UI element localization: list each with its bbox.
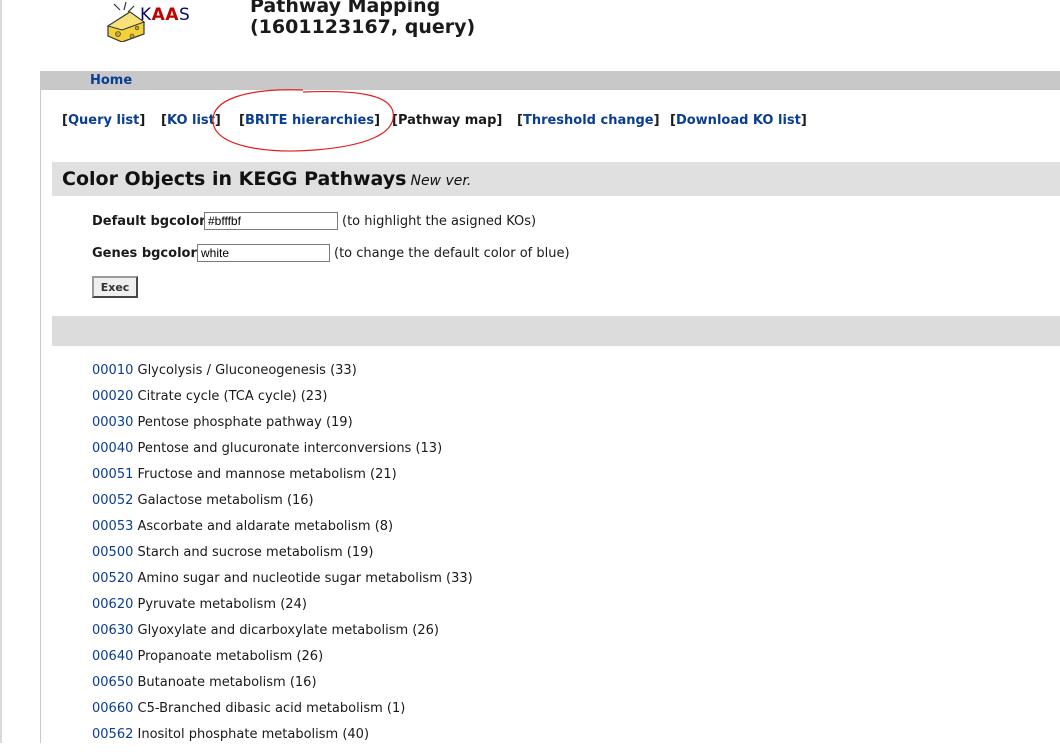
nav-pathway-map-label: Pathway map: [397, 113, 497, 128]
window-edge: [0, 0, 2, 743]
genes-bgcolor-label: Genes bgcolor:: [92, 246, 203, 261]
exec-button[interactable]: Exec: [92, 276, 138, 298]
list-item: 00660 C5-Branched dibasic acid metabolis…: [92, 700, 473, 726]
genes-bgcolor-hint: (to change the default color of blue): [334, 246, 570, 261]
pathway-name: Starch and sucrose metabolism (19): [137, 545, 374, 560]
pathway-code-link[interactable]: 00562: [92, 727, 133, 742]
list-item: 00520 Amino sugar and nucleotide sugar m…: [92, 570, 473, 596]
pathway-code-link[interactable]: 00500: [92, 545, 133, 560]
pathway-name: Fructose and mannose metabolism (21): [137, 467, 397, 482]
pathway-code-link[interactable]: 00640: [92, 649, 133, 664]
list-item: 00053 Ascorbate and aldarate metabolism …: [92, 518, 473, 544]
pathway-code-link[interactable]: 00660: [92, 701, 133, 716]
nav-query-list: [Query list]: [62, 113, 146, 128]
list-item: 00500 Starch and sucrose metabolism (19): [92, 544, 473, 570]
pathway-name: Pentose and glucuronate interconversions…: [137, 441, 443, 456]
pathway-name: Butanoate metabolism (16): [137, 675, 317, 690]
new-version-badge: New ver.: [410, 173, 472, 189]
nav-link-query-list[interactable]: Query list: [68, 113, 139, 128]
nav-pathway-map: [Pathway map]: [392, 113, 503, 128]
pathway-code-link[interactable]: 00051: [92, 467, 133, 482]
home-link[interactable]: Home: [90, 73, 132, 88]
pathway-name: Glycolysis / Gluconeogenesis (33): [137, 363, 357, 378]
pathway-name: Glyoxylate and dicarboxylate metabolism …: [137, 623, 439, 638]
list-item: 00562 Inositol phosphate metabolism (40): [92, 726, 473, 752]
default-bgcolor-input[interactable]: [204, 212, 338, 230]
default-bgcolor-hint: (to highlight the asigned KOs): [342, 214, 537, 229]
list-item: 00620 Pyruvate metabolism (24): [92, 596, 473, 622]
page-title: Pathway Mapping (1601123167, query): [250, 0, 475, 38]
list-item: 00640 Propanoate metabolism (26): [92, 648, 473, 674]
section-title: Color Objects in KEGG Pathways New ver.: [62, 168, 471, 190]
pathway-name: Ascorbate and aldarate metabolism (8): [137, 519, 394, 534]
list-item: 00020 Citrate cycle (TCA cycle) (23): [92, 388, 473, 414]
pathway-code-link[interactable]: 00620: [92, 597, 133, 612]
home-bar: [40, 71, 1060, 90]
logo-letter-k: K: [140, 5, 152, 25]
default-bgcolor-label: Default bgcolor:: [92, 214, 211, 229]
pathway-name: Amino sugar and nucleotide sugar metabol…: [137, 571, 473, 586]
pathway-name: Galactose metabolism (16): [137, 493, 314, 508]
list-item: 00030 Pentose phosphate pathway (19): [92, 414, 473, 440]
pathway-code-link[interactable]: 00040: [92, 441, 133, 456]
pathway-name: Propanoate metabolism (26): [137, 649, 324, 664]
pathway-code-link[interactable]: 00030: [92, 415, 133, 430]
pathway-code-link[interactable]: 00650: [92, 675, 133, 690]
nav-link-download-ko-list[interactable]: Download KO list: [676, 113, 801, 128]
genes-bgcolor-input[interactable]: [197, 244, 330, 262]
pathway-list: 00010 Glycolysis / Gluconeogenesis (33) …: [92, 362, 473, 752]
pathway-code-link[interactable]: 00020: [92, 389, 133, 404]
list-item: 00630 Glyoxylate and dicarboxylate metab…: [92, 622, 473, 648]
section-title-text: Color Objects in KEGG Pathways: [62, 168, 407, 190]
list-item: 00051 Fructose and mannose metabolism (2…: [92, 466, 473, 492]
pathway-name: C5-Branched dibasic acid metabolism (1): [137, 701, 406, 716]
logo-letters-aa: AA: [151, 5, 179, 25]
content-border: [40, 71, 41, 743]
separator-bar: [52, 316, 1060, 346]
pathway-code-link[interactable]: 00053: [92, 519, 133, 534]
pathway-name: Inositol phosphate metabolism (40): [137, 727, 370, 742]
logo-wordmark: KAAS: [140, 5, 190, 25]
pathway-name: Pentose phosphate pathway (19): [137, 415, 353, 430]
list-item: 00040 Pentose and glucuronate interconve…: [92, 440, 473, 466]
annotation-circle: [212, 89, 394, 152]
nav-threshold-change: [Threshold change]: [517, 113, 660, 128]
pathway-name: Citrate cycle (TCA cycle) (23): [137, 389, 328, 404]
pathway-code-link[interactable]: 00630: [92, 623, 133, 638]
logo-letter-s: S: [178, 5, 191, 25]
pathway-code-link[interactable]: 00052: [92, 493, 133, 508]
list-item: 00650 Butanoate metabolism (16): [92, 674, 473, 700]
page-title-line2: (1601123167, query): [250, 16, 476, 38]
page-title-line1: Pathway Mapping: [250, 0, 441, 17]
list-item: 00010 Glycolysis / Gluconeogenesis (33): [92, 362, 473, 388]
pathway-code-link[interactable]: 00010: [92, 363, 133, 378]
pathway-name: Pyruvate metabolism (24): [137, 597, 307, 612]
nav-download-ko-list: [Download KO list]: [670, 113, 807, 128]
list-item: 00052 Galactose metabolism (16): [92, 492, 473, 518]
pathway-code-link[interactable]: 00520: [92, 571, 133, 586]
nav-link-threshold-change[interactable]: Threshold change: [523, 113, 654, 128]
